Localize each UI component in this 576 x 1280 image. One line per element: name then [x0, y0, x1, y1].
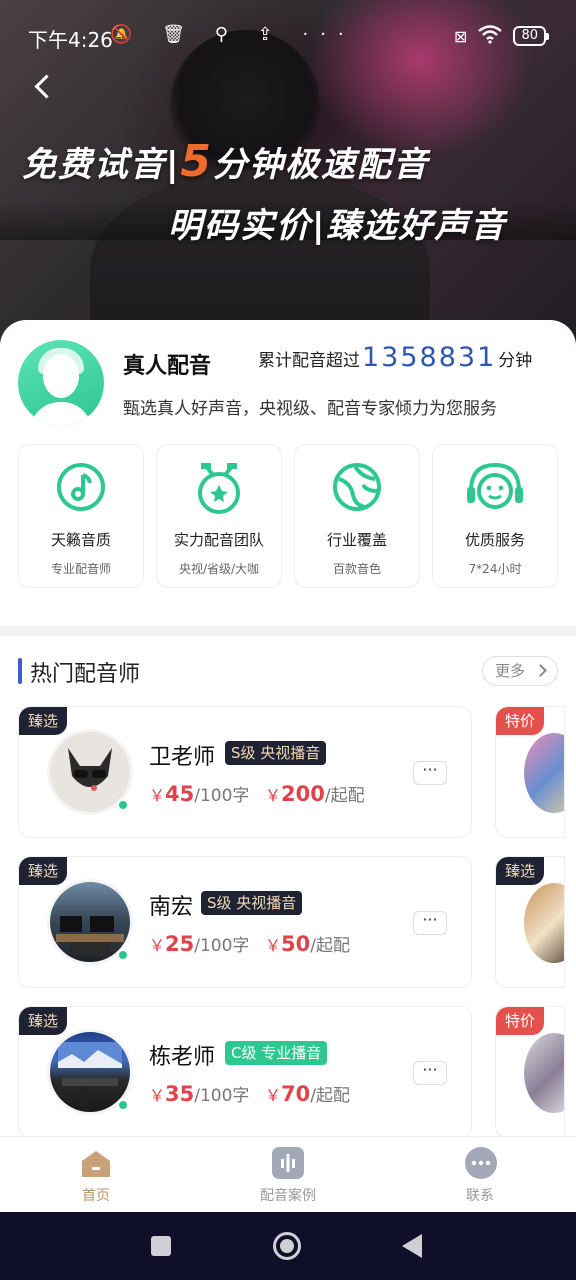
card-tag: 特价: [496, 1007, 545, 1035]
audio-wave-icon: [272, 1147, 304, 1179]
more-icon: ···: [302, 24, 356, 45]
online-indicator: [117, 799, 129, 811]
hero-slogan-line1: 免费试音|5分钟极速配音: [22, 136, 429, 187]
status-right: ⊠ 80: [454, 24, 549, 48]
mute-icon: 🔕: [110, 24, 145, 45]
card-tag: 臻选: [19, 1007, 68, 1035]
card-tag: 特价: [496, 707, 545, 735]
more-label: 更多: [495, 662, 526, 680]
voice-actor-card-peek[interactable]: 特价: [495, 1006, 565, 1136]
system-back-button[interactable]: [402, 1234, 422, 1258]
level-badge: S级 央视播音: [201, 891, 303, 915]
tab-home[interactable]: 首页: [0, 1137, 192, 1212]
feature-title: 实力配音团队: [173, 531, 264, 549]
feature-subtitle: 百款音色: [332, 562, 381, 576]
location-icon: ⚲: [214, 24, 240, 45]
tab-contact[interactable]: 联系: [384, 1137, 576, 1212]
avatar: [524, 883, 564, 963]
voice-actor-card[interactable]: 臻选 栋老师 C级 专业播音 ￥35/100字 ￥70/起配 ···: [18, 1006, 472, 1136]
online-indicator: [117, 1099, 129, 1111]
count-value: 1358831: [362, 342, 497, 373]
chevron-right-icon: [534, 664, 547, 677]
actor-name: 南宏: [149, 895, 194, 920]
medal-icon: [198, 463, 240, 514]
status-icons: 🔕 🗑 ⚲ ⇪ ···: [110, 24, 356, 45]
trash-icon: 🗑: [162, 24, 198, 45]
count-suffix: 分钟: [498, 351, 533, 371]
actor-name: 栋老师: [149, 1045, 216, 1070]
price-minimum: ￥50/起配: [265, 932, 350, 956]
feature-list: 天籁音质 专业配音师 实力配音团队 央视/省级/大咖 行业覆盖 百款音色 优质服…: [18, 444, 558, 588]
voice-actor-card-peek[interactable]: 臻选: [495, 856, 565, 988]
intro-description: 甄选真人好声音，央视级、配音专家倾力为您服务: [123, 399, 497, 419]
feature-sound-quality[interactable]: 天籁音质 专业配音师: [18, 444, 144, 588]
feature-service[interactable]: 优质服务 7*24小时: [432, 444, 558, 588]
feature-team[interactable]: 实力配音团队 央视/省级/大咖: [156, 444, 282, 588]
card-tag: 臻选: [496, 857, 545, 885]
wifi-icon: [477, 24, 503, 48]
card-more-button[interactable]: ···: [413, 911, 447, 935]
status-time: 下午4:26: [28, 28, 113, 52]
feature-subtitle: 7*24小时: [468, 562, 522, 576]
tab-label: 首页: [82, 1188, 110, 1204]
chat-icon: [464, 1147, 497, 1179]
avatar: [524, 733, 564, 813]
globe-icon: [333, 463, 381, 511]
voice-actor-card[interactable]: 臻选 南宏 S级 央视播音 ￥25/100字 ￥50/起配 ···: [18, 856, 472, 988]
section-title: 热门配音师: [30, 662, 141, 687]
price-per-100: ￥25/100字: [149, 932, 250, 956]
level-badge: S级 央视播音: [225, 741, 327, 765]
intro-count: 累计配音超过1358831 分钟: [258, 342, 532, 373]
price-per-100: ￥35/100字: [149, 1082, 250, 1106]
battery-indicator: 80: [513, 26, 549, 46]
back-button[interactable]: [32, 74, 60, 102]
slogan-highlight: 5: [180, 136, 214, 187]
system-navigation-bar: [0, 1212, 576, 1280]
feature-subtitle: 专业配音师: [50, 562, 111, 576]
recent-apps-button[interactable]: [151, 1236, 171, 1256]
card-tag: 臻选: [19, 707, 68, 735]
voice-actor-card[interactable]: 臻选 卫老师 S级 央视播音 ￥45/100字 ￥200/起配 ···: [18, 706, 472, 838]
headset-icon: [467, 462, 523, 509]
level-badge: C级 专业播音: [225, 1041, 328, 1065]
feature-title: 天籁音质: [50, 531, 111, 549]
more-button[interactable]: 更多: [482, 656, 558, 686]
feature-subtitle: 央视/省级/大咖: [178, 562, 260, 576]
count-prefix: 累计配音超过: [258, 351, 360, 371]
home-button[interactable]: [273, 1232, 301, 1260]
feature-coverage[interactable]: 行业覆盖 百款音色: [294, 444, 420, 588]
status-bar: 下午4:26 🔕 🗑 ⚲ ⇪ ··· ⊠ 80: [0, 0, 576, 70]
avatar: [524, 1033, 564, 1113]
price-per-100: ￥45/100字: [149, 782, 250, 806]
feature-title: 优质服务: [464, 531, 525, 549]
hot-voice-actors-section: 热门配音师 更多 臻选 卫老师 S级 央视播音 ￥45/100字 ￥200/起配…: [0, 636, 576, 1136]
intro-title: 真人配音: [123, 354, 212, 379]
slogan-part2: 分钟极速配音: [213, 145, 430, 185]
bottom-tab-bar: 首页 配音案例 联系: [0, 1136, 576, 1212]
hero-slogan-line2: 明码实价|臻选好声音: [168, 206, 507, 246]
music-note-icon: [57, 463, 105, 511]
upload-icon: ⇪: [257, 24, 285, 45]
home-icon: [80, 1147, 112, 1179]
service-avatar: [18, 340, 104, 426]
feature-title: 行业覆盖: [326, 531, 387, 549]
hero-banner: 下午4:26 🔕 🗑 ⚲ ⇪ ··· ⊠ 80 免费试音|5分钟极速配音 明码实…: [0, 0, 576, 360]
tab-label: 联系: [466, 1188, 494, 1204]
section-accent-bar: [18, 658, 22, 684]
online-indicator: [117, 949, 129, 961]
intro-card: 真人配音 累计配音超过1358831 分钟 甄选真人好声音，央视级、配音专家倾力为…: [0, 320, 576, 626]
tab-cases[interactable]: 配音案例: [192, 1137, 384, 1212]
card-more-button[interactable]: ···: [413, 1061, 447, 1085]
sim-icon: ⊠: [454, 26, 468, 46]
tab-label: 配音案例: [260, 1188, 316, 1204]
voice-actor-card-peek[interactable]: 特价: [495, 706, 565, 838]
price-minimum: ￥70/起配: [265, 1082, 350, 1106]
card-more-button[interactable]: ···: [413, 761, 447, 785]
slogan-part1: 免费试音|: [22, 145, 181, 185]
price-minimum: ￥200/起配: [265, 782, 365, 806]
actor-name: 卫老师: [149, 745, 216, 770]
card-tag: 臻选: [19, 857, 68, 885]
